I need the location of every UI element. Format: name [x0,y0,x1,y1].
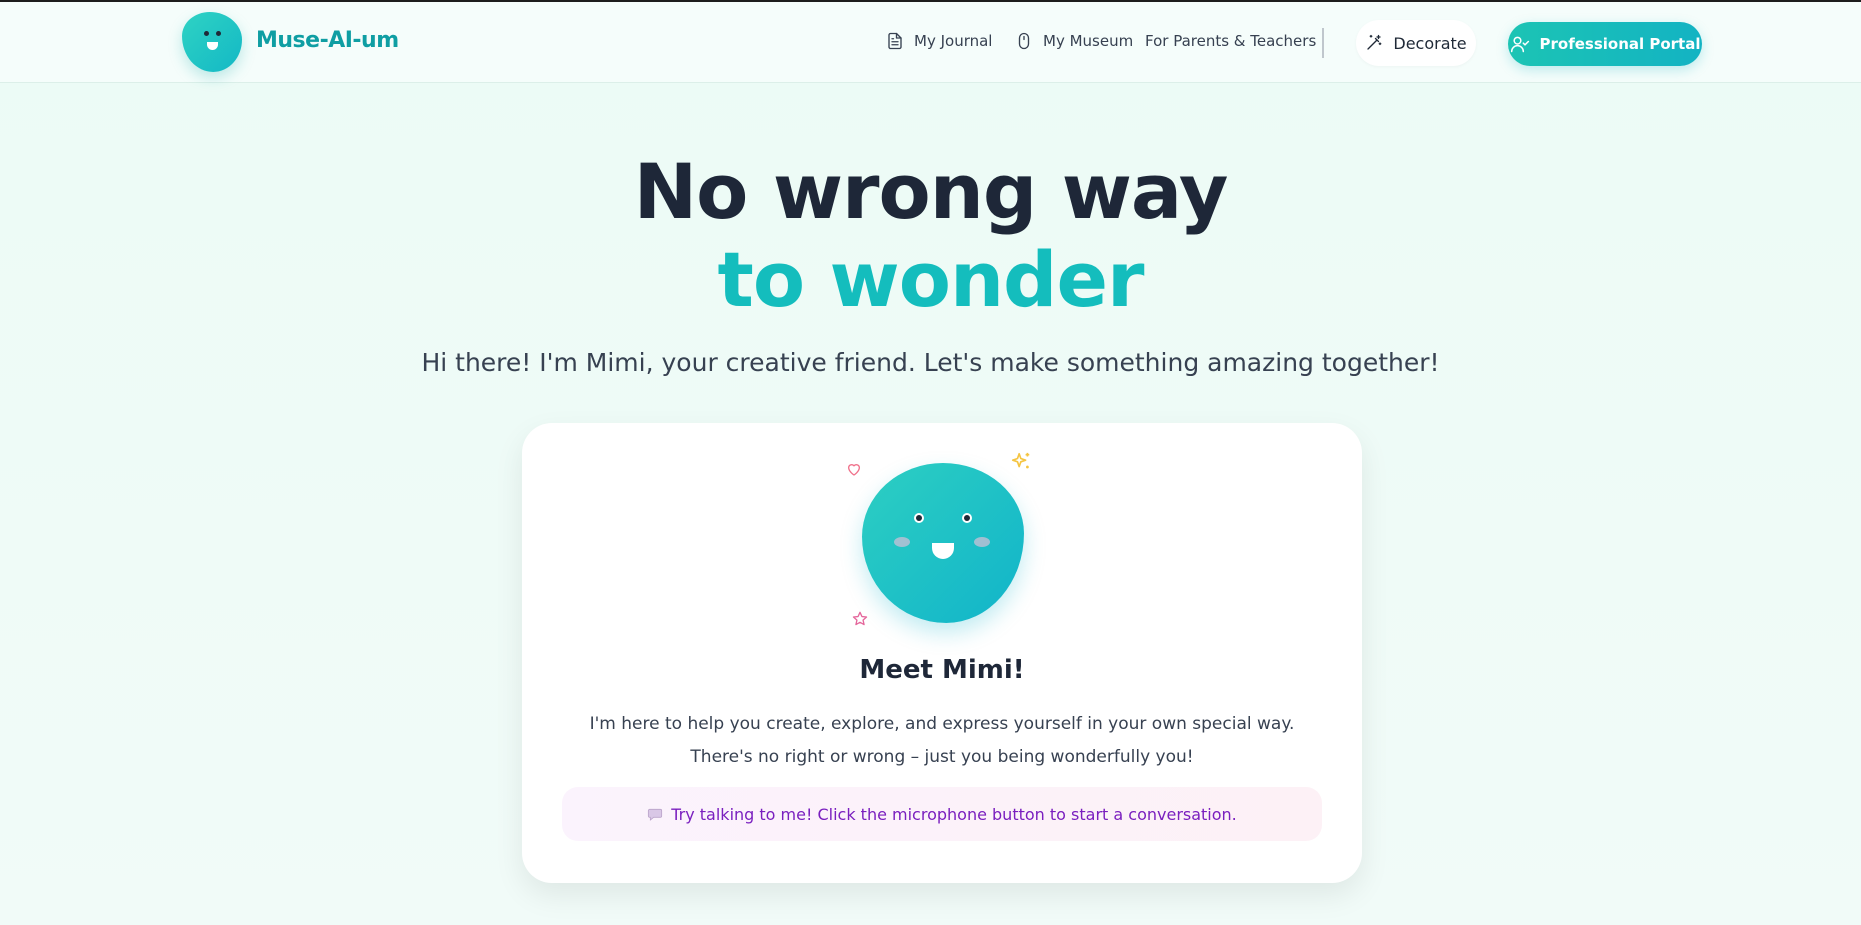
hero-title-line2: to wonder [717,235,1145,324]
decorate-button-label: Decorate [1393,33,1467,53]
user-check-icon [1510,36,1529,53]
hero-subtitle: Hi there! I'm Mimi, your creative friend… [421,348,1440,377]
nav-my-museum[interactable]: My Museum [1015,32,1133,50]
nav-divider [1322,28,1324,58]
card-title: Meet Mimi! [859,655,1025,685]
nav-parents-teachers-label: For Parents & Teachers [1145,32,1317,50]
mimi-cheek-right [974,537,990,547]
heart-icon [848,464,860,476]
logo-eye-left [204,31,209,36]
hero-title-line1: No wrong way [633,147,1229,236]
mimi-mouth [932,543,954,559]
logo-mascot-icon[interactable] [182,12,242,72]
card-description: I'm here to help you create, explore, an… [589,714,1295,767]
professional-portal-button[interactable]: Professional Portal [1508,22,1702,66]
journal-icon [888,32,902,50]
logo-eye-right [216,31,221,36]
microphone-tip-text: Try talking to me! Click the microphone … [671,804,1237,824]
brand-name[interactable]: Muse-AI-um [256,28,399,53]
wand-icon [1367,34,1382,50]
nav-my-museum-label: My Museum [1043,32,1134,50]
mimi-eye-right [964,515,970,521]
decorate-button[interactable]: Decorate [1356,20,1476,66]
logo-mouth [207,42,218,50]
speech-bubble-icon [648,808,663,821]
nav-parents-teachers[interactable]: For Parents & Teachers [1145,32,1316,50]
sparkle-icon [1011,452,1030,469]
mimi-mascot[interactable] [862,463,1024,623]
mimi-cheek-left [894,537,910,547]
meet-mimi-card: Meet Mimi! I'm here to help you create, … [522,423,1362,883]
nav-my-journal-label: My Journal [914,32,993,50]
nav-my-journal[interactable]: My Journal [886,32,992,50]
professional-portal-label: Professional Portal [1539,35,1701,53]
museum-icon [1018,32,1030,50]
star-icon [852,611,868,626]
microphone-tip-banner: Try talking to me! Click the microphone … [562,787,1322,841]
mimi-eye-left [916,515,922,521]
site-header: Muse-AI-um My Journal My Museum For Pare… [0,2,1861,83]
